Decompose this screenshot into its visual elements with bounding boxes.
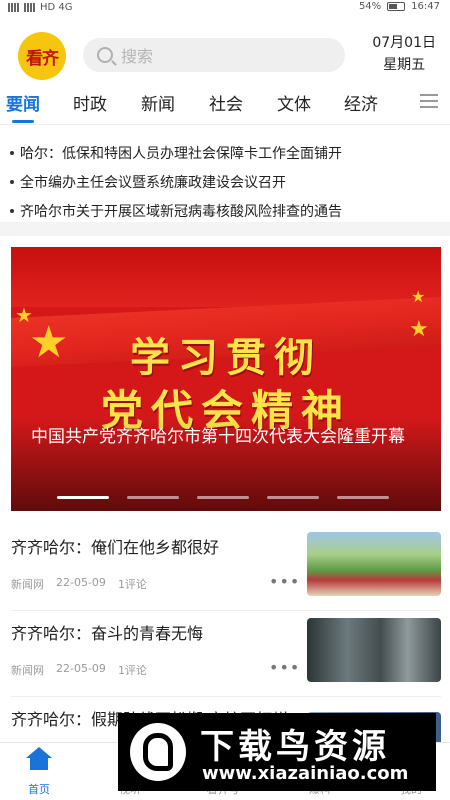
section-gap (0, 222, 450, 236)
network-label: HD 4G (40, 2, 73, 13)
nav-home[interactable]: 首页 (4, 747, 74, 797)
watermark-logo-icon (130, 723, 186, 781)
date-display: 07月01日 星期五 (372, 32, 436, 76)
headline-list: 哈尔：低保和特困人员办理社会保障卡工作全面铺开 全市编办主任会议暨系统廉政建设会… (10, 138, 440, 225)
tab-xinwen[interactable]: 新闻 (141, 90, 175, 115)
news-comments: 1评论 (117, 578, 147, 591)
carousel-dots (57, 496, 389, 499)
bullet-icon (10, 208, 14, 213)
carousel-dot[interactable] (267, 496, 319, 499)
logo-text: 看齐 (26, 48, 59, 69)
headline-item[interactable]: 哈尔：低保和特困人员办理社会保障卡工作全面铺开 (10, 138, 440, 167)
signal-icon-2 (24, 3, 36, 12)
news-source: 新闻网 (11, 664, 44, 677)
more-icon[interactable]: ••• (269, 658, 300, 677)
nav-label: 首页 (28, 783, 50, 796)
banner-carousel[interactable]: ★ ★ ★ ★ 学习贯彻 党代会精神 中国共产党齐齐哈尔市第十四次代表大会隆重开… (11, 247, 441, 511)
clock: 16:47 (411, 1, 440, 12)
search-input[interactable]: 搜索 (83, 38, 345, 72)
news-divider (11, 610, 441, 611)
headline-item[interactable]: 齐哈尔市关于开展区域新冠病毒核酸风险排查的通告 (10, 196, 440, 225)
tab-shehui[interactable]: 社会 (209, 90, 243, 115)
headline-text: 全市编办主任会议暨系统廉政建设会议召开 (20, 174, 286, 191)
news-title: 齐齐哈尔：俺们在他乡都很好 (11, 538, 220, 557)
news-date: 22-05-09 (56, 576, 106, 589)
banner-slogan-line1: 学习贯彻 (130, 334, 322, 381)
banner-background (11, 247, 441, 307)
weekday-text: 星期五 (383, 57, 426, 73)
tab-wenti[interactable]: 文体 (277, 90, 311, 115)
news-item[interactable]: 齐齐哈尔：俺们在他乡都很好 新闻网 22-05-09 1评论 ••• (11, 532, 441, 608)
search-placeholder: 搜索 (121, 47, 154, 66)
home-icon (26, 747, 52, 771)
news-title: 齐齐哈尔：奋斗的青春无悔 (11, 624, 204, 643)
app-header: 看齐 搜索 07月01日 星期五 (0, 28, 450, 82)
app-logo[interactable]: 看齐 (18, 32, 66, 80)
news-divider (11, 696, 441, 697)
news-source: 新闻网 (11, 578, 44, 591)
star-icon: ★ (411, 287, 426, 306)
news-meta: 新闻网 22-05-09 1评论 (11, 662, 147, 678)
signal-icon (8, 3, 20, 12)
bullet-icon (10, 179, 14, 184)
battery-percent: 54% (358, 1, 382, 12)
bullet-icon (10, 150, 14, 155)
tab-jingji[interactable]: 经济 (344, 90, 378, 115)
news-date: 22-05-09 (56, 662, 106, 675)
tab-shizheng[interactable]: 时政 (73, 90, 107, 115)
more-icon[interactable]: ••• (269, 572, 300, 591)
menu-icon[interactable] (420, 94, 438, 108)
news-meta: 新闻网 22-05-09 1评论 (11, 576, 147, 592)
news-item[interactable]: 齐齐哈尔：奋斗的青春无悔 新闻网 22-05-09 1评论 ••• (11, 618, 441, 694)
carousel-dot[interactable] (337, 496, 389, 499)
news-comments: 1评论 (117, 664, 147, 677)
news-thumbnail (307, 532, 441, 596)
carousel-dot[interactable] (197, 496, 249, 499)
category-tabs: 要闻 时政 新闻 社会 文体 经济 (0, 86, 450, 124)
headline-text: 哈尔：低保和特困人员办理社会保障卡工作全面铺开 (20, 145, 342, 162)
headline-text: 齐哈尔市关于开展区域新冠病毒核酸风险排查的通告 (20, 203, 342, 220)
banner-caption: 中国共产党齐齐哈尔市第十四次代表大会隆重开幕 (31, 427, 405, 447)
carousel-dot[interactable] (57, 496, 109, 499)
signal-indicators: HD 4G (8, 2, 73, 13)
tabs-divider (0, 124, 450, 125)
watermark-url: www.xiazainiao.com (202, 763, 409, 784)
carousel-dot[interactable] (127, 496, 179, 499)
status-right: 54% 16:47 (359, 1, 440, 12)
search-icon (97, 47, 113, 63)
active-tab-indicator (12, 120, 34, 123)
date-text: 07月01日 (372, 35, 436, 51)
star-icon: ★ (15, 303, 33, 327)
battery-icon (387, 2, 406, 11)
status-bar: HD 4G 54% 16:47 (0, 0, 450, 16)
news-thumbnail (307, 618, 441, 682)
headline-item[interactable]: 全市编办主任会议暨系统廉政建设会议召开 (10, 167, 440, 196)
tab-yaowen[interactable]: 要闻 (6, 90, 40, 115)
watermark-overlay: 下载鸟资源 www.xiazainiao.com (118, 713, 436, 791)
watermark-title: 下载鸟资源 (200, 727, 390, 767)
